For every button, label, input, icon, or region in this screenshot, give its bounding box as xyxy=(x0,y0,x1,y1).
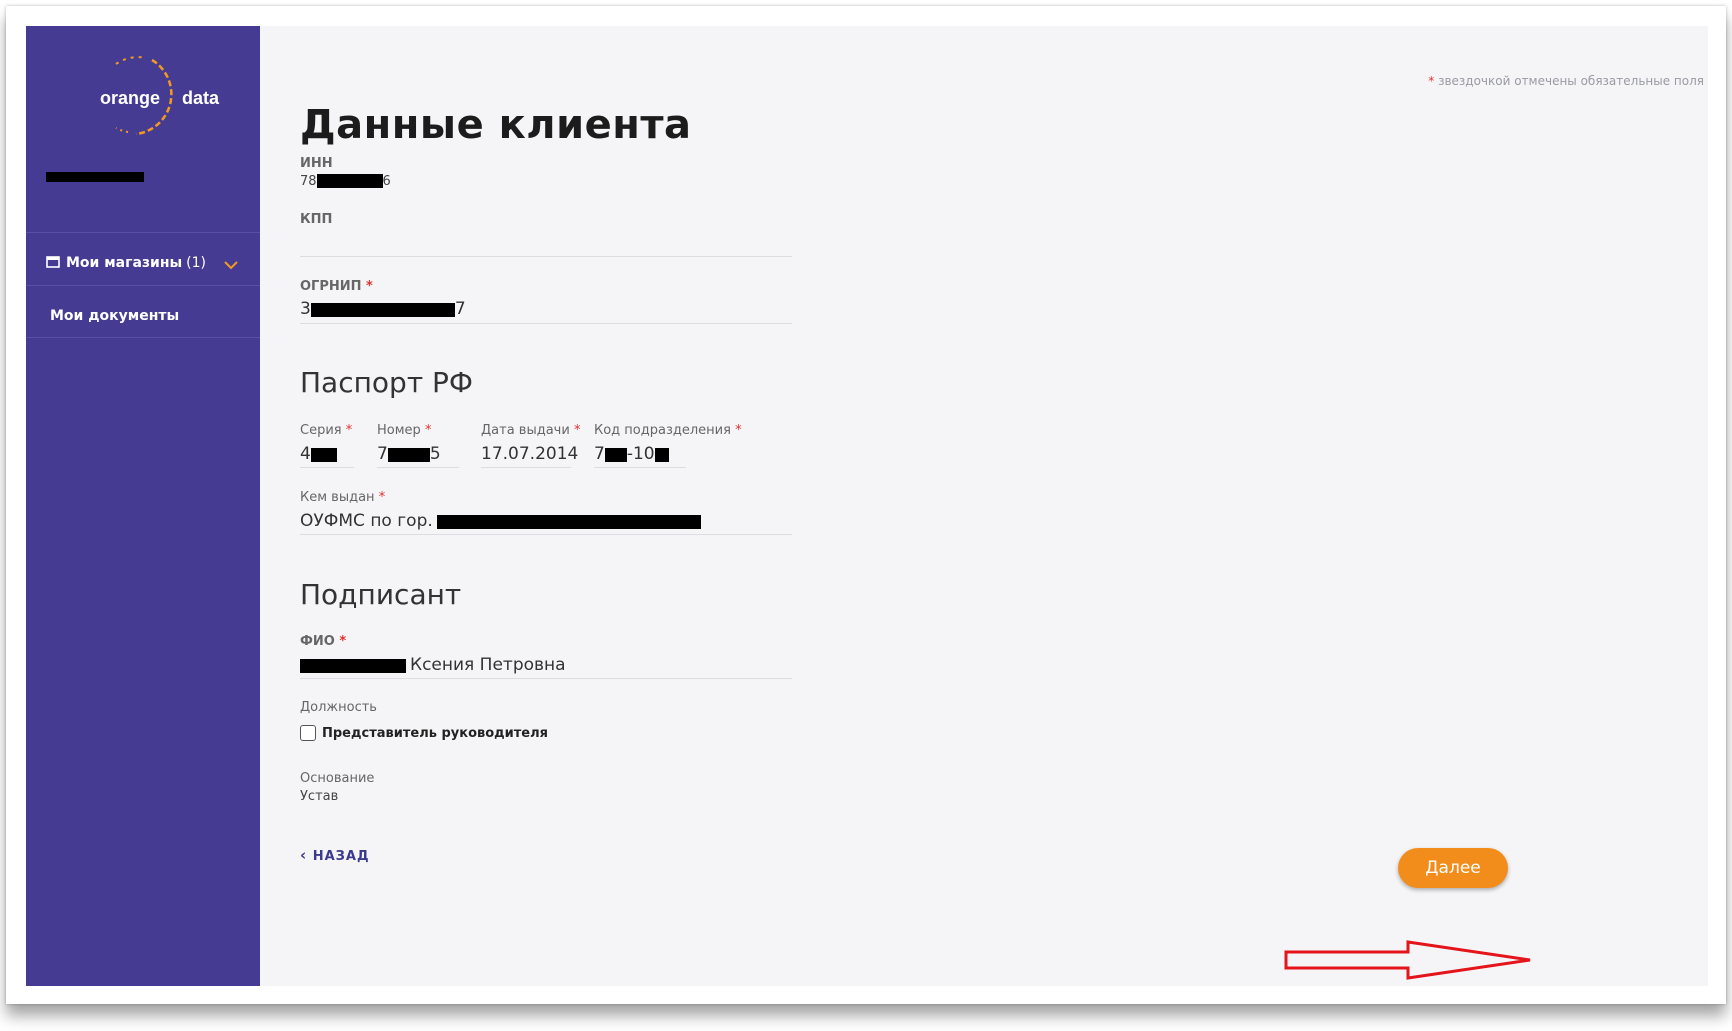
user-name-redacted xyxy=(46,172,144,182)
issue-date-label: Дата выдачи * xyxy=(481,423,581,438)
inn-value: 78 6 xyxy=(300,174,391,189)
fio-field[interactable]: Ксения Петровна xyxy=(300,655,566,675)
division-code-field[interactable]: 7 -10 xyxy=(594,444,669,464)
basis-value: Устав xyxy=(300,789,339,804)
main-content: * звездочкой отмечены обязательные поля … xyxy=(260,26,1708,986)
representative-checkbox[interactable] xyxy=(300,725,316,741)
store-icon xyxy=(46,256,60,268)
ogrnip-label: ОГРНИП * xyxy=(300,279,373,294)
issue-date-underline xyxy=(481,467,571,468)
page-title: Данные клиента xyxy=(300,102,692,148)
sidebar: orange data Мои магазины (1) Мои документ… xyxy=(26,26,260,986)
user-subtitle xyxy=(46,184,176,196)
issued-by-field[interactable]: ОУФМС по гор. xyxy=(300,511,701,531)
division-code-underline xyxy=(594,467,686,468)
logo-text-data: data xyxy=(182,88,220,108)
kpp-label: КПП xyxy=(300,212,333,227)
division-code-label: Код подразделения * xyxy=(594,423,742,438)
kpp-field[interactable] xyxy=(300,232,792,256)
stores-count: (1) xyxy=(186,255,207,271)
fio-underline xyxy=(300,678,792,679)
series-underline xyxy=(300,467,354,468)
chevron-down-icon[interactable] xyxy=(224,255,238,274)
issued-by-label: Кем выдан * xyxy=(300,490,386,505)
number-label: Номер * xyxy=(377,423,432,438)
chevron-left-icon: ‹ xyxy=(300,846,308,864)
representative-checkbox-label[interactable]: Представитель руководителя xyxy=(322,726,548,741)
sidebar-item-stores[interactable]: Мои магазины (1) xyxy=(26,232,260,286)
series-field[interactable]: 4 xyxy=(300,444,337,464)
ogrnip-underline xyxy=(300,323,792,324)
logo-text-orange: orange xyxy=(100,88,161,108)
fio-label: ФИО * xyxy=(300,634,347,649)
next-button[interactable]: Далее xyxy=(1398,848,1508,888)
basis-label: Основание xyxy=(300,771,375,786)
sidebar-item-documents[interactable]: Мои документы xyxy=(26,286,260,338)
sidebar-item-label: Мои магазины xyxy=(66,255,183,271)
logo[interactable]: orange data xyxy=(76,40,220,150)
sidebar-item-label: Мои документы xyxy=(50,308,180,324)
number-underline xyxy=(377,467,459,468)
back-link[interactable]: ‹ НАЗАД xyxy=(300,846,370,864)
position-label: Должность xyxy=(300,700,377,715)
ogrnip-field[interactable]: 37 xyxy=(300,299,466,319)
number-field[interactable]: 75 xyxy=(377,444,441,464)
red-arrow-icon xyxy=(1284,940,1531,980)
inn-label: ИНН xyxy=(300,156,333,171)
issue-date-field[interactable]: 17.07.2014 xyxy=(481,444,578,464)
required-fields-note: * звездочкой отмечены обязательные поля xyxy=(1428,74,1704,88)
passport-section-title: Паспорт РФ xyxy=(300,366,474,399)
issued-by-underline xyxy=(300,534,792,535)
series-label: Серия * xyxy=(300,423,353,438)
kpp-underline xyxy=(300,256,792,257)
signatory-section-title: Подписант xyxy=(300,578,462,611)
